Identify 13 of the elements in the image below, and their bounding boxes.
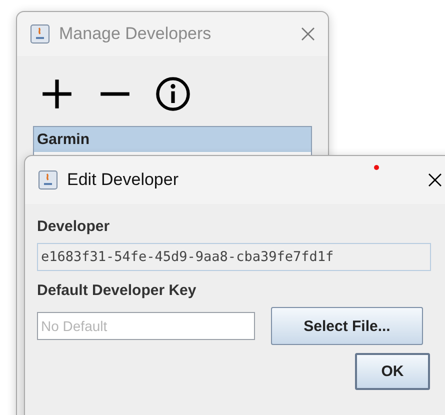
window-title: Edit Developer xyxy=(67,170,180,190)
window-title: Manage Developers xyxy=(59,24,212,44)
developer-key-field[interactable]: No Default xyxy=(37,312,255,340)
ok-button[interactable]: OK xyxy=(355,353,430,390)
field-label: Default Developer Key xyxy=(37,282,198,299)
developer-id-field: e1683f31-54fe-45d9-9aa8-cba39fe7fd1f xyxy=(37,243,431,271)
select-file-button[interactable]: Select File... xyxy=(271,307,423,345)
close-icon[interactable] xyxy=(427,172,443,188)
developer-list-item[interactable]: Garmin xyxy=(34,127,311,152)
java-cup-icon xyxy=(30,24,50,44)
java-cup-icon xyxy=(38,170,58,190)
field-label: Developer xyxy=(37,218,111,235)
info-icon[interactable] xyxy=(155,76,191,112)
